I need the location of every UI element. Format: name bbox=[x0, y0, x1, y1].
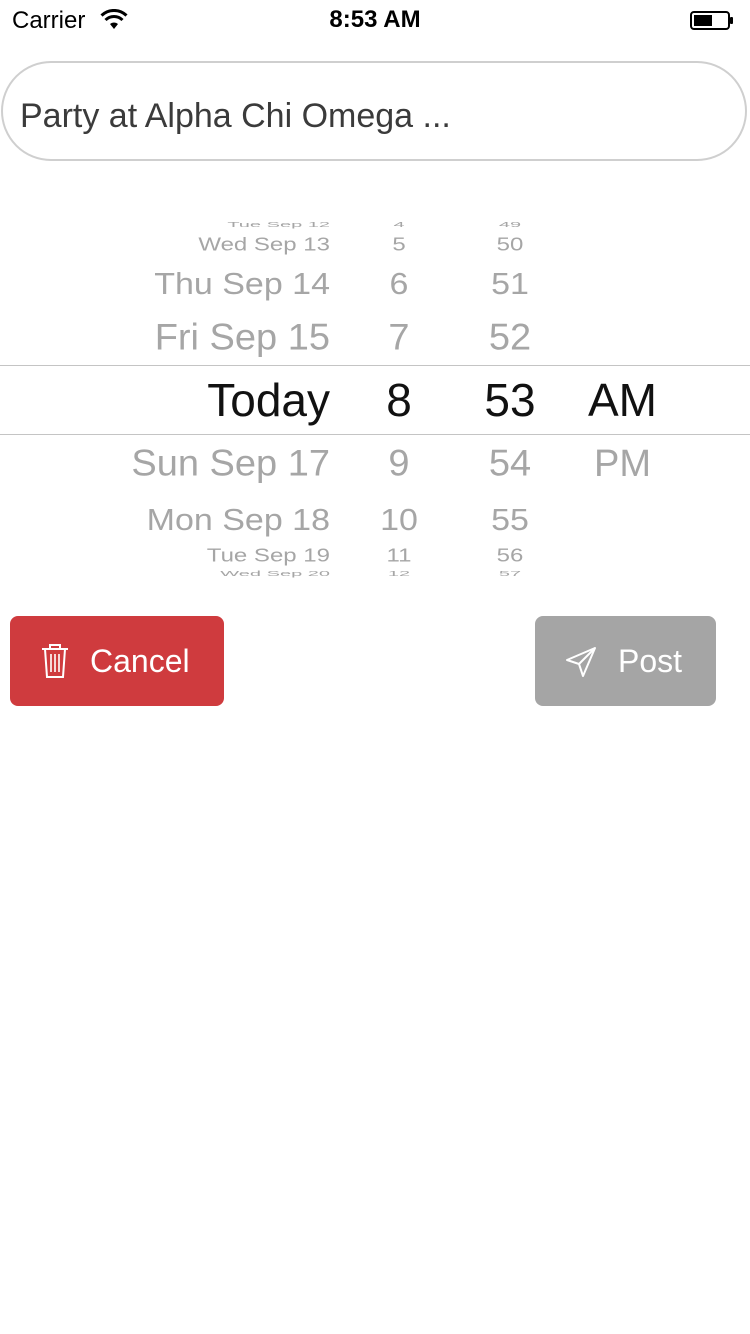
status-time: 8:53 AM bbox=[329, 6, 421, 33]
cancel-button[interactable]: Cancel bbox=[10, 616, 224, 706]
picker-minute-option[interactable]: 53 bbox=[460, 371, 560, 429]
picker-hour-option[interactable]: 10 bbox=[350, 502, 448, 538]
picker-date-option[interactable]: Fri Sep 15 bbox=[60, 317, 330, 360]
picker-date-option[interactable]: Wed Sep 13 bbox=[60, 235, 330, 255]
send-icon bbox=[566, 647, 596, 677]
picker-date-option[interactable]: Thu Sep 14 bbox=[60, 266, 330, 302]
picker-date-option[interactable]: Tue Sep 12 bbox=[60, 222, 330, 229]
picker-date-option[interactable]: Sun Sep 17 bbox=[60, 443, 330, 486]
picker-period-column[interactable]: AM PM bbox=[575, 220, 670, 580]
cancel-label: Cancel bbox=[90, 643, 190, 679]
picker-minute-option[interactable]: 52 bbox=[460, 317, 560, 360]
date-time-picker[interactable]: Tue Sep 12 Wed Sep 13 Thu Sep 14 Fri Sep 15… bbox=[0, 220, 750, 580]
picker-hour-option[interactable]: 8 bbox=[350, 371, 448, 429]
picker-date-option[interactable]: Today bbox=[60, 371, 330, 429]
picker-minute-option[interactable]: 51 bbox=[460, 266, 560, 302]
picker-period-option[interactable]: AM bbox=[575, 371, 670, 429]
picker-date-option[interactable]: Wed Sep 20 bbox=[60, 571, 330, 578]
picker-minute-option[interactable]: 50 bbox=[460, 235, 560, 255]
post-button[interactable]: Post bbox=[535, 616, 716, 706]
event-title-value: Party at Alpha Chi Omega ... bbox=[20, 97, 451, 135]
picker-hour-option[interactable]: 7 bbox=[350, 317, 448, 360]
picker-date-option[interactable]: Tue Sep 19 bbox=[60, 546, 330, 566]
picker-minute-option[interactable]: 49 bbox=[460, 222, 560, 229]
picker-date-option[interactable]: Mon Sep 18 bbox=[60, 502, 330, 538]
post-label: Post bbox=[618, 643, 683, 679]
battery-icon bbox=[690, 11, 733, 30]
picker-minute-option[interactable]: 55 bbox=[460, 502, 560, 538]
picker-hour-option[interactable]: 6 bbox=[350, 266, 448, 302]
event-title-field[interactable]: Party at Alpha Chi Omega ... bbox=[1, 61, 747, 161]
picker-minute-column[interactable]: 49 50 51 52 53 54 55 56 57 bbox=[460, 220, 560, 580]
picker-minute-option[interactable]: 56 bbox=[460, 546, 560, 566]
picker-hour-column[interactable]: 4 5 6 7 8 9 10 11 12 bbox=[350, 220, 448, 580]
picker-hour-option[interactable]: 12 bbox=[350, 571, 448, 578]
picker-hour-option[interactable]: 11 bbox=[350, 546, 448, 566]
picker-minute-option[interactable]: 54 bbox=[460, 443, 560, 486]
picker-hour-option[interactable]: 9 bbox=[350, 443, 448, 486]
picker-date-column[interactable]: Tue Sep 12 Wed Sep 13 Thu Sep 14 Fri Sep 15… bbox=[60, 220, 330, 580]
picker-period-option[interactable]: PM bbox=[575, 442, 670, 486]
trash-icon bbox=[42, 644, 68, 678]
picker-hour-option[interactable]: 4 bbox=[350, 222, 448, 229]
picker-minute-option[interactable]: 57 bbox=[460, 571, 560, 578]
status-bar: Carrier 8:53 AM bbox=[0, 0, 750, 40]
picker-hour-option[interactable]: 5 bbox=[350, 235, 448, 255]
